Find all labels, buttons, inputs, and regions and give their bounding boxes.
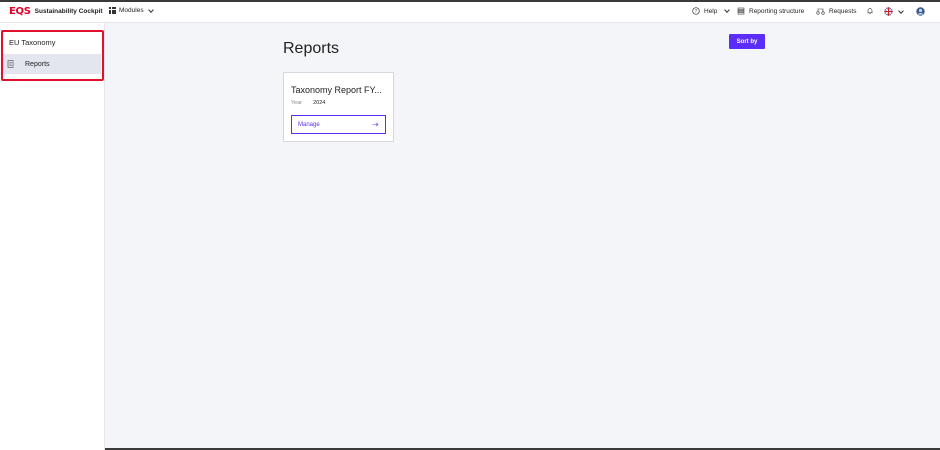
app-logo[interactable]: EQS Sustainability Cockpit [9,6,103,17]
report-card-title: Taxonomy Report FY... [291,85,382,95]
manage-label: Manage [298,121,320,128]
reporting-structure-link[interactable]: Reporting structure [737,7,804,15]
report-card: Taxonomy Report FY... Year 2024 Manage [283,72,394,142]
bell-icon [867,8,873,15]
page-title: Reports [283,40,340,57]
reporting-structure-icon [737,7,745,15]
notifications-button[interactable] [866,7,874,15]
help-icon: ? [692,7,700,15]
grid-icon [109,7,116,14]
highlight-annotation-box [1,30,104,81]
avatar-icon [916,7,925,16]
top-navigation-bar: EQS Sustainability Cockpit Modules ? Hel… [0,2,940,23]
help-menu-button[interactable]: ? Help [692,7,731,15]
report-card-meta: Year 2024 [291,100,325,106]
chevron-down-icon [898,7,904,14]
language-selector[interactable] [884,7,904,16]
uk-flag-icon [884,7,893,16]
reporting-structure-label: Reporting structure [749,7,805,15]
chevron-down-icon [724,7,731,13]
requests-label: Requests [829,7,857,15]
chevron-down-icon [147,6,154,13]
help-label: Help [704,7,718,15]
arrow-right-icon [372,122,379,127]
year-label: Year [291,100,303,106]
sidebar: EU Taxonomy Reports [0,23,105,450]
sort-by-button[interactable]: Sort by [729,34,765,49]
user-menu-button[interactable] [916,7,925,16]
modules-label: Modules [119,7,144,14]
modules-menu-button[interactable]: Modules [109,6,154,14]
eqs-logo-mark: EQS [9,6,31,17]
requests-icon [816,8,825,15]
app-name: Sustainability Cockpit [34,8,103,15]
year-value: 2024 [313,100,326,106]
manage-button[interactable]: Manage [291,115,386,134]
requests-link[interactable]: Requests [816,7,856,15]
